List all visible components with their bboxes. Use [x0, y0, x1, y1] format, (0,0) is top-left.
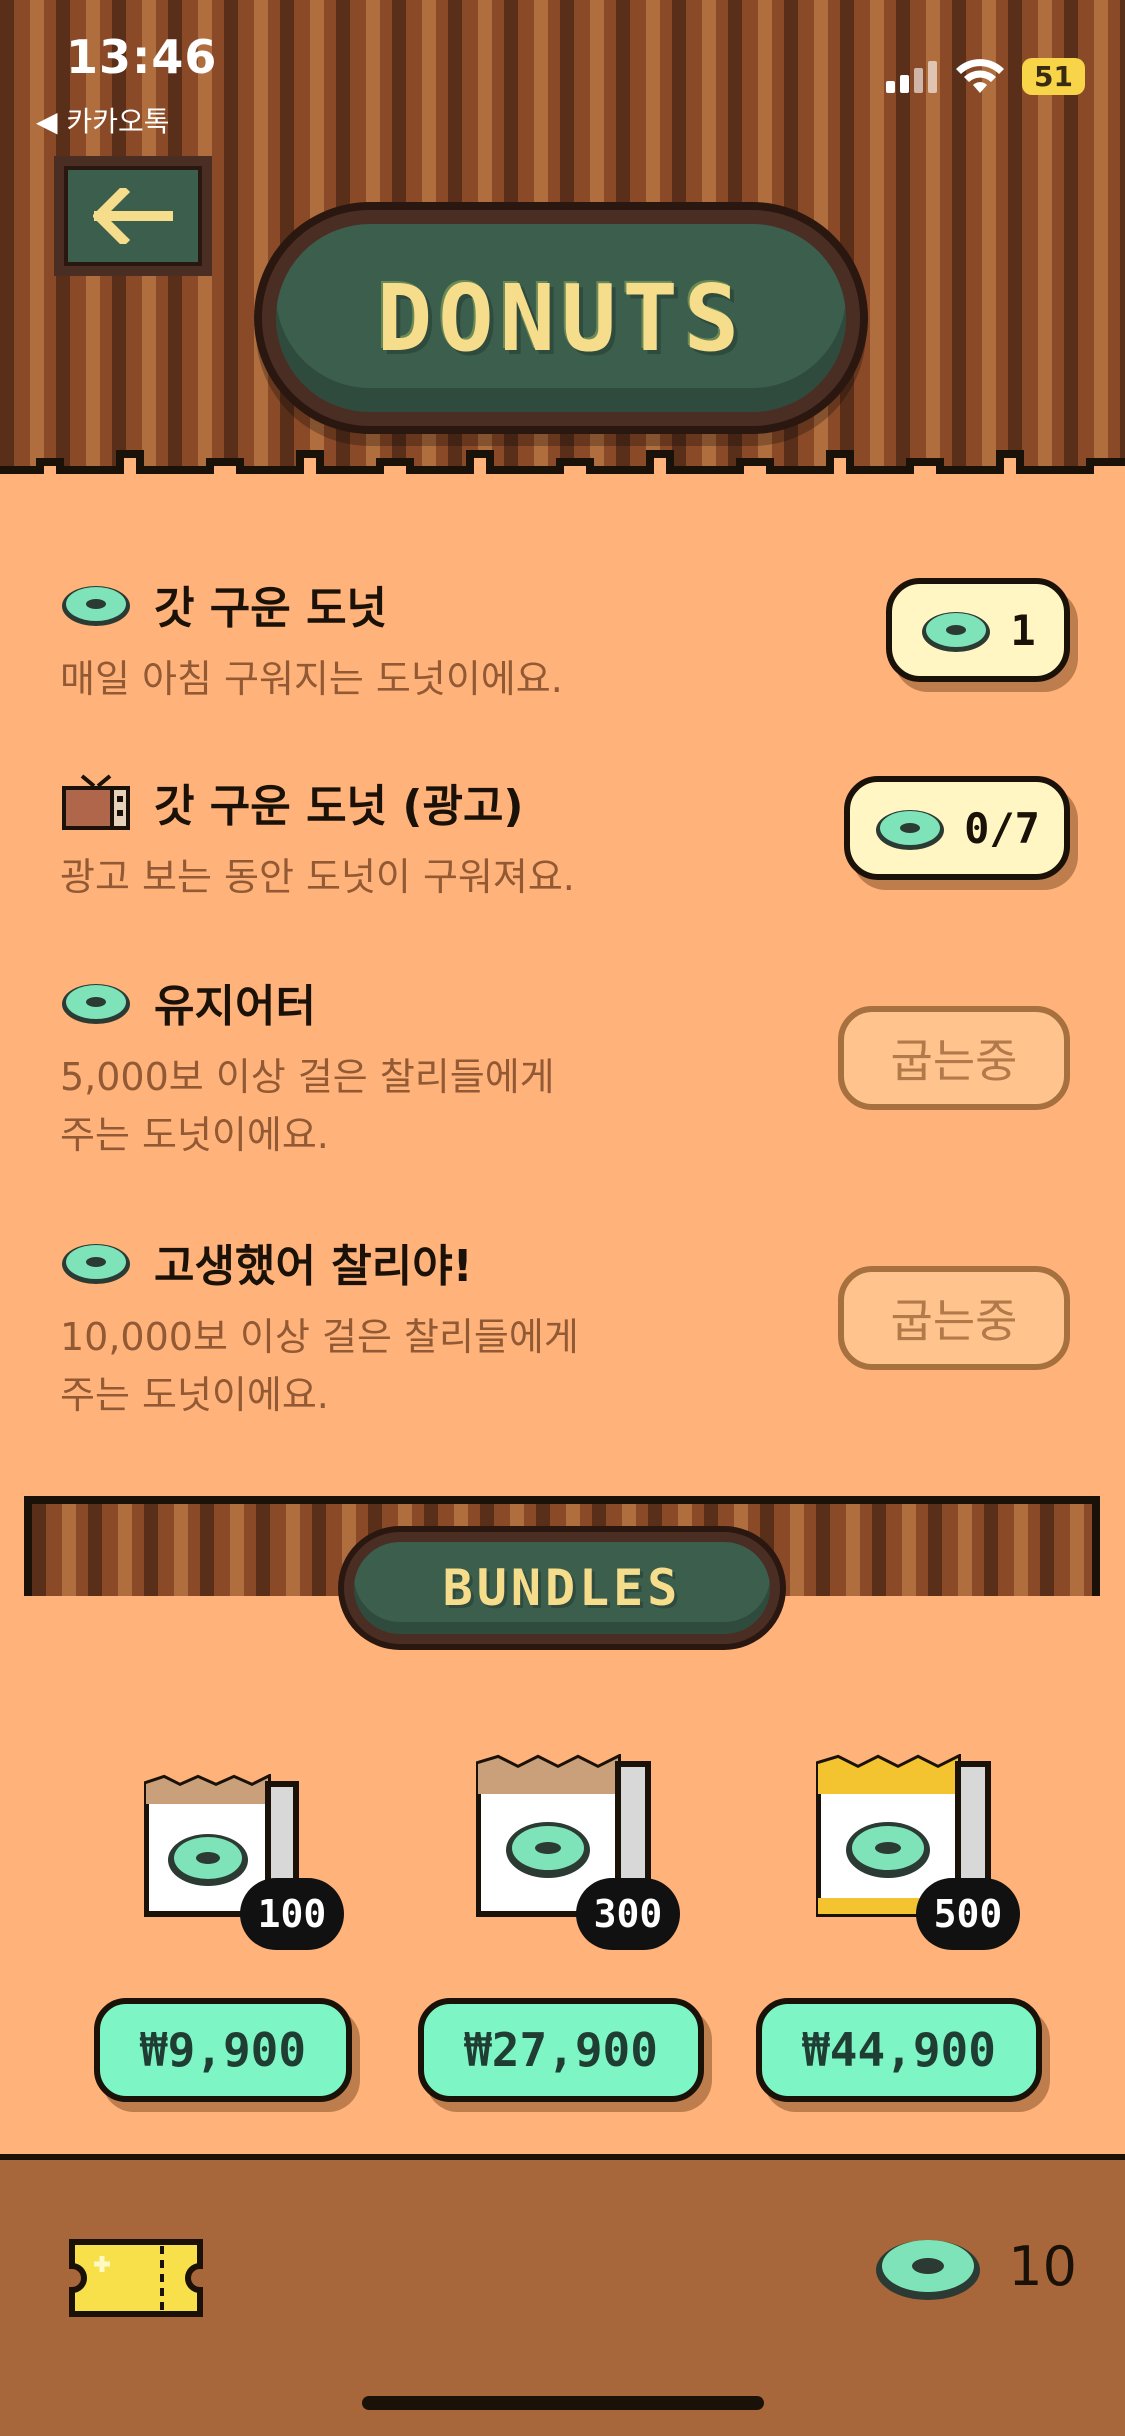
buy-bundle-100-button[interactable]: ₩9,900	[94, 1998, 352, 2102]
reward-description-line2: 주는 도넛이에요.	[60, 1113, 329, 1157]
reward-title: 고생했어 찰리야!	[154, 1241, 473, 1292]
donut-icon	[62, 984, 130, 1024]
donut-icon	[62, 586, 130, 626]
ticket-icon[interactable]	[68, 2238, 204, 2318]
donut-icon	[876, 2240, 981, 2300]
battery-level: 51	[1034, 60, 1073, 93]
baking-label: 굽는중	[890, 1294, 1018, 1348]
baking-status-button[interactable]: 굽는중	[838, 1006, 1070, 1110]
bundle-count-badge: 300	[576, 1878, 680, 1950]
donut-balance: 10	[874, 2230, 1077, 2302]
reward-fresh-donut: 갓 구운 도넛 매일 아침 구워지는 도넛이에요. 1	[60, 572, 1070, 708]
reward-title: 갓 구운 도넛	[154, 583, 388, 634]
bundle-price: ₩9,900	[139, 2023, 307, 2077]
header-jagged-edge	[0, 450, 1125, 480]
tv-icon	[62, 774, 130, 830]
status-icons: 51	[886, 58, 1085, 95]
bundle-price: ₩27,900	[464, 2023, 658, 2077]
bundle-count: 100	[257, 1892, 327, 1936]
bundle-count: 500	[933, 1892, 1003, 1936]
donut-icon	[922, 612, 991, 652]
status-time: 13:46	[66, 30, 218, 84]
arrow-left-icon	[93, 188, 173, 244]
home-indicator	[362, 2396, 764, 2410]
bundle-300[interactable]: 300	[440, 1750, 680, 1950]
bundle-500[interactable]: 500	[780, 1750, 1020, 1950]
watch-ad-donut-button[interactable]: 0/7	[844, 776, 1070, 880]
buy-bundle-300-button[interactable]: ₩27,900	[418, 1998, 704, 2102]
bundles-title: BUNDLES	[442, 1559, 682, 1617]
bundle-price: ₩44,900	[802, 2023, 996, 2077]
bundle-count-badge: 100	[240, 1878, 344, 1950]
baking-status-button[interactable]: 굽는중	[838, 1266, 1070, 1370]
reward-title: 유지어터	[154, 981, 316, 1032]
donut-icon	[62, 1244, 130, 1284]
claim-fresh-donut-button[interactable]: 1	[886, 578, 1070, 682]
donut-icon	[876, 810, 945, 850]
bundle-count: 300	[593, 1892, 663, 1936]
header-wood-panel: 13:46 ◀ 카카오톡 51 DONUTS	[0, 0, 1125, 480]
reward-ad-donut: 갓 구운 도넛 (광고) 광고 보는 동안 도넛이 구워져요. 0/7	[60, 770, 1070, 906]
bottom-bar: 10	[0, 2154, 1125, 2436]
bundles-badge: BUNDLES	[344, 1532, 780, 1644]
page-title: DONUTS	[376, 264, 746, 372]
reward-count: 1	[1010, 605, 1036, 655]
signal-icon	[886, 60, 938, 93]
donut-balance-count: 10	[1008, 2234, 1077, 2298]
bundle-count-badge: 500	[916, 1878, 1020, 1950]
back-button[interactable]	[54, 156, 212, 276]
battery-indicator: 51	[1022, 58, 1085, 95]
bundle-100[interactable]: 100	[104, 1750, 344, 1950]
reward-title: 갓 구운 도넛 (광고)	[154, 781, 524, 832]
buy-bundle-500-button[interactable]: ₩44,900	[756, 1998, 1042, 2102]
title-badge: DONUTS	[262, 210, 860, 426]
wifi-icon	[956, 58, 1005, 93]
reward-maintainer: 유지어터 5,000보 이상 걸은 찰리들에게 주는 도넛이에요. 굽는중	[60, 970, 1070, 1164]
back-to-app-link[interactable]: ◀ 카카오톡	[36, 100, 169, 140]
reward-description-line2: 주는 도넛이에요.	[60, 1373, 329, 1417]
ad-progress: 0/7	[964, 803, 1040, 853]
reward-good-job: 고생했어 찰리야! 10,000보 이상 걸은 찰리들에게 주는 도넛이에요. …	[60, 1230, 1070, 1424]
baking-label: 굽는중	[890, 1034, 1018, 1088]
